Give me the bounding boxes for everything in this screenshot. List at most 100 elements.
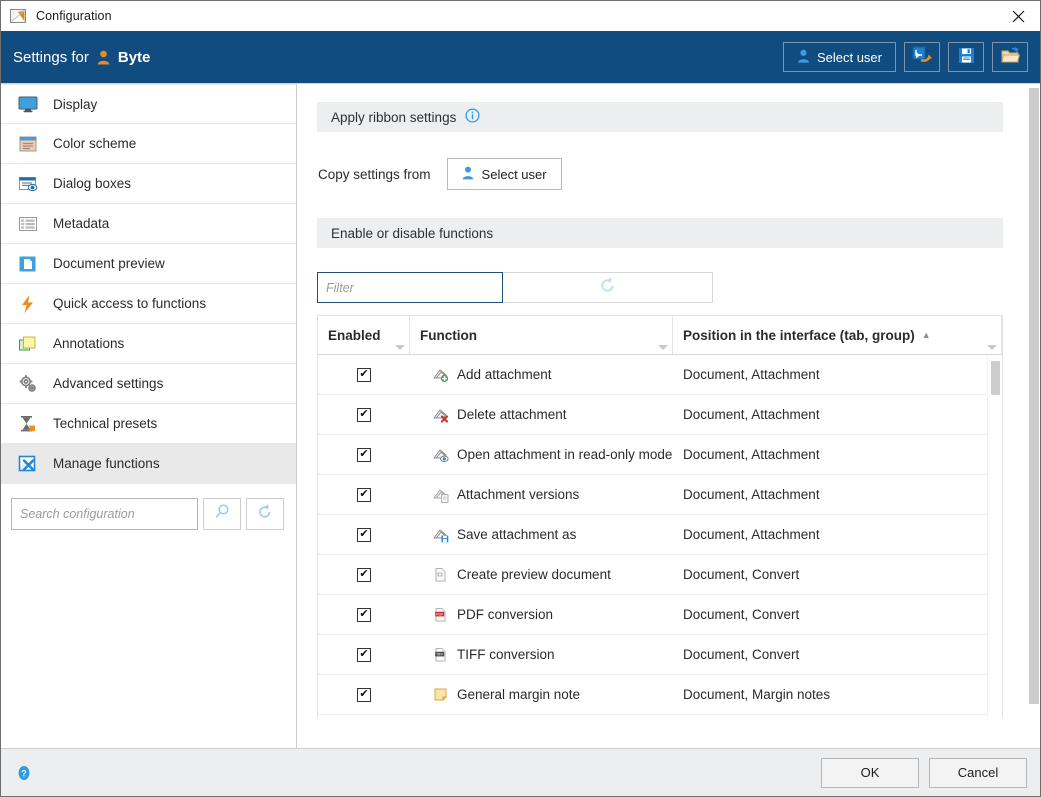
enabled-checkbox[interactable]: ✔ [357, 567, 371, 582]
sidebar-item-label: Document preview [53, 256, 165, 271]
chevron-down-icon[interactable] [658, 345, 668, 350]
table-row[interactable]: ✔ TIFF TIFF conversion Document, Convert [318, 635, 1002, 675]
ok-button[interactable]: OK [821, 757, 919, 788]
function-label: Delete attachment [457, 407, 567, 422]
table-row[interactable]: ✔ [318, 435, 1002, 475]
position-cell: Document, Convert [683, 607, 800, 622]
table-row[interactable]: ✔ [318, 355, 1002, 395]
column-header-function[interactable]: Function [410, 316, 673, 354]
sidebar-item-display[interactable]: Display [1, 84, 296, 124]
sidebar-item-advanced-settings[interactable]: Advanced settings [1, 364, 296, 404]
column-header-enabled[interactable]: Enabled [318, 316, 410, 354]
apply-settings-button[interactable] [904, 42, 940, 72]
svg-text:?: ? [21, 768, 27, 778]
filter-input[interactable] [317, 272, 503, 303]
page-scrollbar-thumb[interactable] [1029, 88, 1039, 704]
sidebar-item-document-preview[interactable]: Document preview [1, 244, 296, 284]
enabled-cell: ✔ [318, 687, 410, 702]
enabled-checkbox[interactable]: ✔ [357, 647, 371, 662]
table-scrollbar[interactable] [987, 355, 1002, 718]
header-actions: Select user [782, 42, 1028, 72]
check-glyph: ✔ [359, 568, 369, 580]
filter-block [317, 272, 1003, 303]
enabled-checkbox[interactable]: ✔ [357, 367, 371, 382]
select-user-button[interactable]: Select user [782, 42, 896, 72]
preview-document-icon [432, 566, 449, 583]
chevron-down-icon[interactable] [987, 345, 997, 350]
window-title: Configuration [36, 9, 112, 23]
enabled-cell: ✔ [318, 407, 410, 422]
position-cell: Document, Attachment [683, 447, 820, 462]
user-icon [462, 166, 474, 183]
attachment-versions-icon [432, 486, 449, 503]
search-button[interactable] [203, 498, 241, 530]
sidebar-item-dialog-boxes[interactable]: Dialog boxes [1, 164, 296, 204]
reset-search-button[interactable] [246, 498, 284, 530]
configuration-window: Configuration Settings for Byte Select u… [0, 0, 1041, 797]
sidebar-item-label: Display [53, 96, 98, 112]
sidebar-item-quick-access[interactable]: Quick access to functions [1, 284, 296, 324]
cancel-button[interactable]: Cancel [929, 757, 1027, 788]
table-row[interactable]: ✔ [318, 515, 1002, 555]
save-button[interactable] [948, 42, 984, 72]
sidebar-item-metadata[interactable]: Metadata [1, 204, 296, 244]
open-folder-button[interactable] [992, 42, 1028, 72]
copy-settings-label: Copy settings from [318, 166, 431, 182]
table-row[interactable]: ✔ [318, 555, 1002, 595]
user-icon [797, 49, 810, 66]
enabled-checkbox[interactable]: ✔ [357, 607, 371, 622]
search-configuration-input[interactable] [11, 498, 198, 530]
sidebar-item-technical-presets[interactable]: Technical presets [1, 404, 296, 444]
check-glyph: ✔ [359, 688, 369, 700]
function-label: TIFF conversion [457, 647, 555, 662]
enabled-checkbox[interactable]: ✔ [357, 487, 371, 502]
enabled-checkbox[interactable]: ✔ [357, 527, 371, 542]
sticky-notes-icon [17, 333, 39, 355]
attachment-readonly-icon [432, 446, 449, 463]
magnifier-icon [213, 503, 231, 526]
copy-settings-button-label: Select user [481, 166, 547, 182]
function-cell: General margin note [410, 686, 673, 703]
filter-reset-button[interactable] [503, 272, 713, 303]
enabled-cell: ✔ [318, 527, 410, 542]
table-row[interactable]: ✔ General margin note Document, Margin n… [318, 675, 1002, 715]
check-glyph: ✔ [359, 608, 369, 620]
sidebar-item-color-scheme[interactable]: Color scheme [1, 124, 296, 164]
function-label: Create preview document [457, 567, 611, 582]
enabled-cell: ✔ [318, 567, 410, 582]
enabled-cell: ✔ [318, 647, 410, 662]
sidebar-item-label: Advanced settings [53, 376, 164, 391]
enabled-checkbox[interactable]: ✔ [357, 407, 371, 422]
sidebar-item-annotations[interactable]: Annotations [1, 324, 296, 364]
reset-icon [598, 276, 617, 300]
section-enable-disable-functions: Enable or disable functions [317, 218, 1003, 248]
help-icon[interactable]: ? [16, 765, 32, 781]
copy-settings-select-user-button[interactable]: Select user [446, 158, 562, 190]
column-header-label: Enabled [328, 327, 381, 343]
window-body: Display Color scheme Dialog boxes Metada… [1, 83, 1040, 748]
sidebar-item-manage-functions[interactable]: Manage functions [1, 444, 296, 484]
chevron-down-icon[interactable] [395, 345, 405, 350]
close-icon[interactable] [996, 1, 1040, 31]
table-row[interactable]: ✔ [318, 475, 1002, 515]
function-label: Add attachment [457, 367, 552, 382]
check-glyph: ✔ [359, 408, 369, 420]
position-cell: Document, Attachment [683, 367, 820, 382]
sidebar-item-label: Quick access to functions [53, 296, 207, 311]
function-cell: Create preview document [410, 566, 673, 583]
page-scrollbar[interactable] [1025, 84, 1040, 748]
table-row[interactable]: ✔ [318, 395, 1002, 435]
enabled-checkbox[interactable]: ✔ [357, 687, 371, 702]
column-header-position[interactable]: Position in the interface (tab, group) ▲ [673, 316, 1002, 354]
function-cell: Add attachment [410, 366, 673, 383]
table-scrollbar-thumb[interactable] [991, 361, 1000, 395]
table-row[interactable]: ✔ [318, 715, 1002, 718]
dialog-box-icon [17, 173, 39, 195]
table-header-row: Enabled Function Position in the interfa… [318, 316, 1002, 355]
info-icon[interactable] [465, 108, 480, 126]
section-title: Apply ribbon settings [331, 109, 457, 125]
enabled-checkbox[interactable]: ✔ [357, 447, 371, 462]
sort-ascending-icon: ▲ [921, 330, 931, 340]
table-row[interactable]: ✔ PDF PDF conversion Document, Convert [318, 595, 1002, 635]
function-cell: PDF PDF conversion [410, 606, 673, 623]
